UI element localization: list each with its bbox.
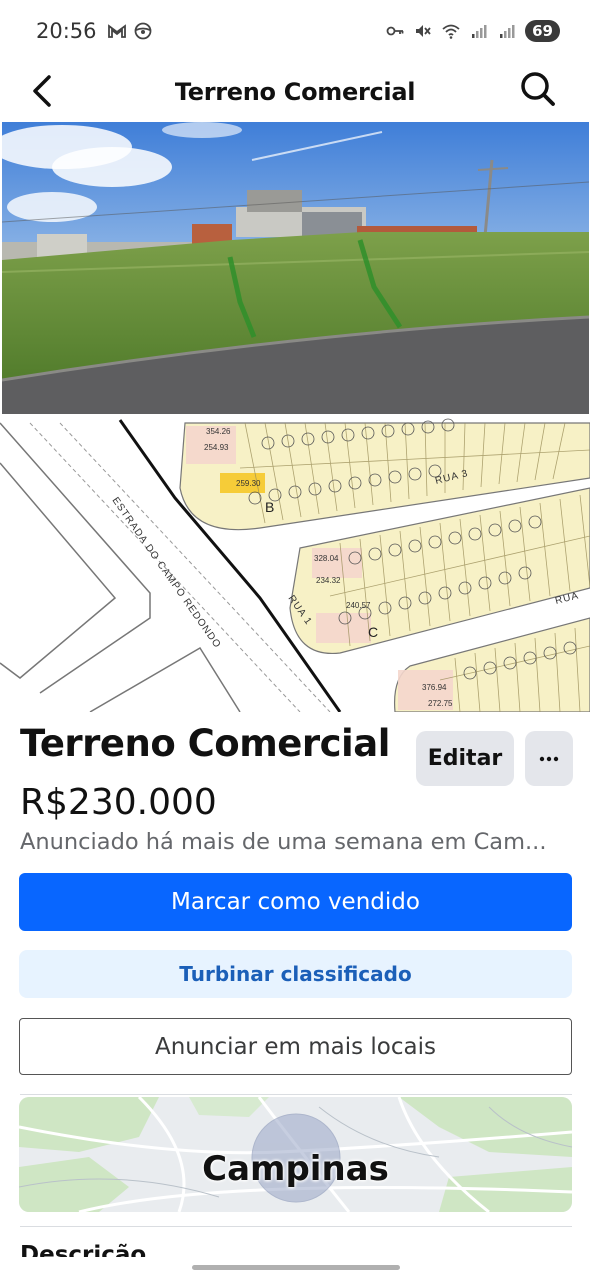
map-area-label: 254.93 <box>204 443 229 452</box>
mute-icon <box>416 25 431 37</box>
search-icon <box>521 72 555 106</box>
map-area-label: 328.04 <box>314 554 339 563</box>
gmail-icon <box>107 24 126 38</box>
more-options-button[interactable] <box>525 731 573 786</box>
status-time: 20:56 <box>36 19 97 43</box>
status-bar: 20:56 69 <box>0 0 590 62</box>
divider <box>20 1094 572 1095</box>
map-area-label: 240.57 <box>346 601 371 610</box>
home-indicator[interactable] <box>192 1265 400 1270</box>
battery-badge: 69 <box>525 20 560 42</box>
map-block-label: B <box>265 499 274 515</box>
edit-button[interactable]: Editar <box>416 731 514 786</box>
map-area-label: 272.75 <box>428 699 453 708</box>
listing-posted-info: Anunciado há mais de uma semana em Cam..… <box>20 829 547 855</box>
lot-map-photo[interactable]: ESTRADA DO CAMPO REDONDO RUA 1 RUA 3 RUA… <box>0 418 590 712</box>
wifi-icon <box>442 24 460 39</box>
listing-title: Terreno Comercial <box>20 722 390 765</box>
mark-as-sold-button[interactable]: Marcar como vendido <box>19 873 572 931</box>
signal-icon <box>472 25 487 38</box>
description-heading: Descrição <box>20 1242 147 1257</box>
map-city-label: Campinas <box>202 1149 389 1189</box>
signal-icon <box>500 25 515 38</box>
back-arrow-icon <box>33 75 51 107</box>
map-area-label: 354.26 <box>206 427 231 436</box>
top-nav: Terreno Comercial <box>0 62 590 122</box>
boost-listing-button[interactable]: Turbinar classificado <box>19 950 572 998</box>
page-title: Terreno Comercial <box>174 78 416 106</box>
divider <box>20 1226 572 1227</box>
location-map[interactable]: Campinas <box>19 1097 572 1212</box>
street-view-photo[interactable] <box>2 122 589 414</box>
key-icon <box>386 26 404 36</box>
steering-wheel-icon <box>134 22 151 40</box>
map-block-label: C <box>368 624 378 640</box>
map-area-label: 234.32 <box>316 576 341 585</box>
more-dots-icon <box>539 756 559 761</box>
map-area-label: 259.30 <box>236 479 261 488</box>
map-area-label: 376.94 <box>422 683 447 692</box>
listing-price: R$230.000 <box>20 782 217 823</box>
list-in-more-places-button[interactable]: Anunciar em mais locais <box>19 1018 572 1075</box>
back-button[interactable] <box>22 68 62 114</box>
search-button[interactable] <box>516 67 560 111</box>
